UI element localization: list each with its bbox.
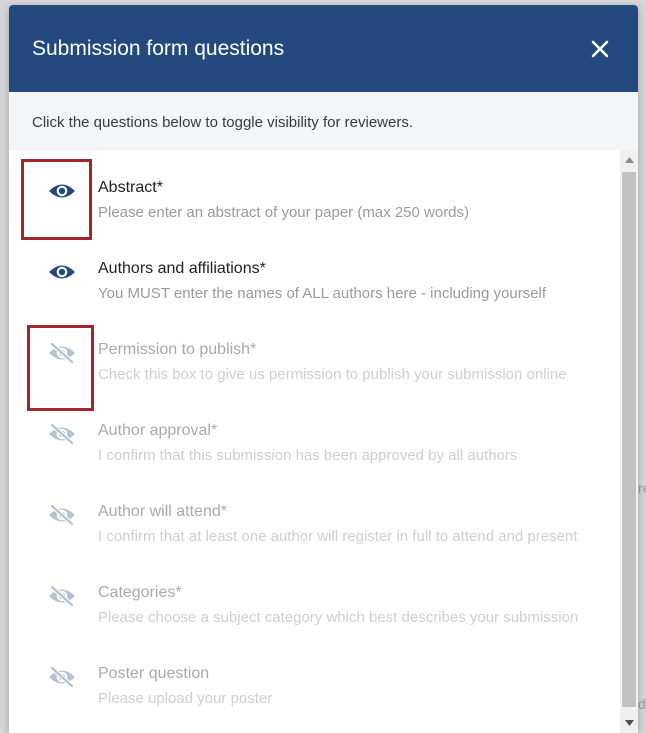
question-item-author-approval[interactable]: Author approval* I confirm that this sub… bbox=[9, 393, 620, 474]
eye-off-icon bbox=[49, 586, 75, 606]
question-item-permission-to-publish[interactable]: Permission to publish* Check this box to… bbox=[9, 312, 620, 393]
modal-title: Submission form questions bbox=[32, 37, 285, 60]
instructions-text: Click the questions below to toggle visi… bbox=[32, 114, 413, 131]
modal-header: Submission form questions bbox=[9, 5, 638, 92]
triangle-up-icon bbox=[624, 157, 634, 163]
question-item-abstract[interactable]: Abstract* Please enter an abstract of yo… bbox=[9, 150, 620, 231]
question-item-author-will-attend[interactable]: Author will attend* I confirm that at le… bbox=[9, 474, 620, 555]
question-title: Permission to publish* bbox=[98, 341, 257, 358]
question-item-authors-and-affiliations[interactable]: Authors and affiliations* You MUST enter… bbox=[9, 231, 620, 312]
close-icon bbox=[591, 40, 609, 58]
submission-form-questions-modal: Submission form questions Click the ques… bbox=[9, 5, 638, 733]
question-title: Categories* bbox=[98, 584, 182, 601]
question-title: Abstract* bbox=[98, 179, 163, 196]
question-description: Please upload your poster bbox=[98, 690, 273, 707]
instructions-bar: Click the questions below to toggle visi… bbox=[9, 92, 638, 150]
questions-list: Abstract* Please enter an abstract of yo… bbox=[9, 150, 620, 733]
eye-icon bbox=[49, 265, 75, 279]
question-description: I confirm that at least one author will … bbox=[98, 528, 578, 545]
scroll-up-button[interactable] bbox=[620, 152, 638, 168]
eye-off-icon bbox=[49, 667, 75, 687]
question-item-poster-question[interactable]: Poster question Please upload your poste… bbox=[9, 636, 620, 717]
question-title: Poster question bbox=[98, 665, 210, 682]
question-description: Check this box to give us permission to … bbox=[98, 366, 567, 383]
eye-off-icon bbox=[49, 424, 75, 444]
eye-off-icon bbox=[49, 505, 75, 525]
question-description: Please choose a subject category which b… bbox=[98, 609, 579, 626]
triangle-down-icon bbox=[624, 720, 634, 726]
question-description: I confirm that this submission has been … bbox=[98, 447, 518, 464]
question-description: You MUST enter the names of ALL authors … bbox=[98, 285, 547, 302]
question-item-categories[interactable]: Categories* Please choose a subject cate… bbox=[9, 555, 620, 636]
question-title: Author approval* bbox=[98, 422, 218, 439]
scrollbar-thumb[interactable] bbox=[622, 172, 636, 707]
question-title: Authors and affiliations* bbox=[98, 260, 266, 277]
backdrop-text-re: re bbox=[638, 480, 646, 496]
eye-off-icon bbox=[49, 343, 75, 363]
backdrop-text-d: d bbox=[638, 696, 646, 712]
close-button[interactable] bbox=[584, 33, 616, 65]
question-title: Author will attend* bbox=[98, 503, 227, 520]
question-description: Please enter an abstract of your paper (… bbox=[98, 204, 470, 221]
eye-icon bbox=[49, 184, 75, 198]
questions-scrollbar[interactable] bbox=[620, 150, 638, 733]
scroll-down-button[interactable] bbox=[620, 715, 638, 731]
